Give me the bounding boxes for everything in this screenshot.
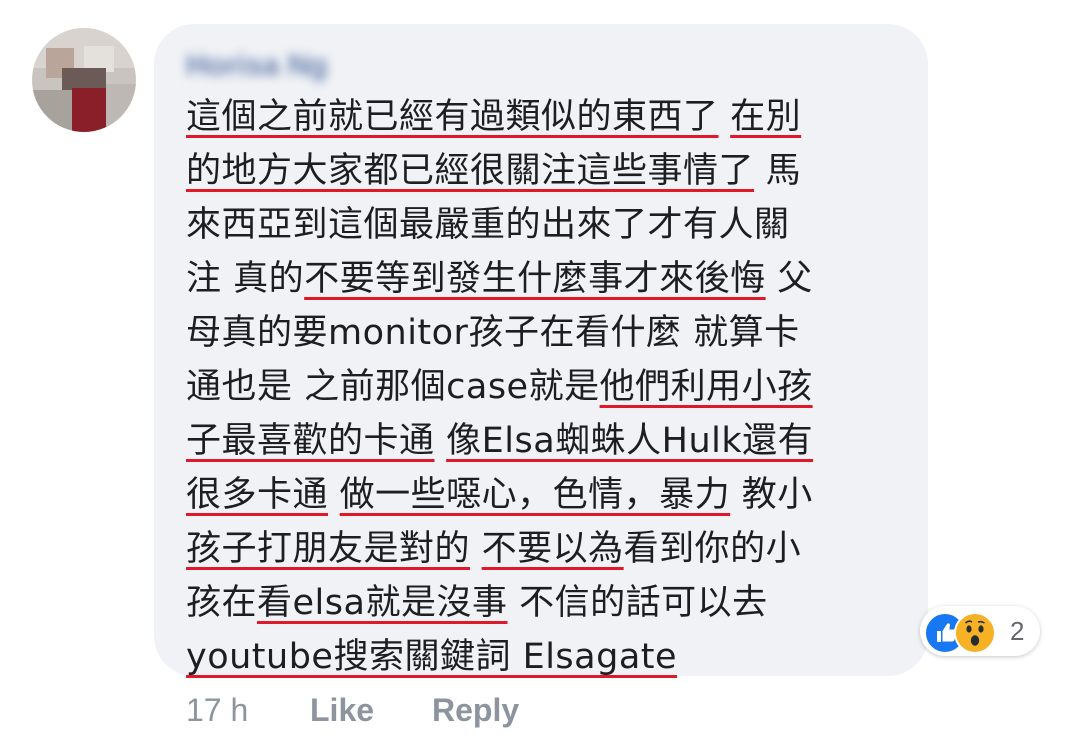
comment-text-segment: 父 [765,259,813,299]
comment-text-segment: 看到你的小 [623,529,802,569]
avatar[interactable] [32,28,136,132]
comment-text-segment [435,421,447,461]
underlined-text: 在別 [730,97,802,137]
comment-line: 的地方大家都已經很關注這些事情了 馬 [186,144,886,198]
comment-line: 孩在看elsa就是沒事 不信的話可以去 [186,576,886,630]
underlined-text: youtube搜索關鍵詞 Elsagate [186,637,678,677]
comment-timestamp[interactable]: 17 h [186,690,248,730]
comment-text-segment [719,97,731,137]
comment-line: 孩子打朋友是對的 不要以為看到你的小 [186,522,886,576]
comment-text-segment: 不信的話可以去 [507,583,768,623]
comment-text-segment: 注 真的 [186,259,305,299]
like-button[interactable]: Like [310,690,374,730]
underlined-text: 很多卡通 [186,475,329,515]
avatar-pixel [106,84,136,132]
underlined-text: 他們利用小孩 [599,367,813,407]
comment-line: 子最喜歡的卡通 像Elsa蜘蛛人Hulk還有 [186,414,886,468]
comment-text-segment: 通也是 之前那個case就是 [186,367,600,407]
author-name[interactable]: Horisa Ng [186,46,352,86]
underlined-text: 的地方大家都已經很關注這些事情了 [186,151,755,191]
underlined-text: 像Elsa蜘蛛人Hulk還有 [446,421,814,461]
avatar-pixel [72,88,106,132]
comment-line: 母真的要monitor孩子在看什麼 就算卡 [186,306,886,360]
underlined-text: 看elsa就是沒事 [257,583,508,623]
comment-text-segment [470,529,482,569]
underlined-text: 孩子打朋友是對的 [186,529,471,569]
comment-line: youtube搜索關鍵詞 Elsagate [186,630,886,684]
comment-line: 通也是 之前那個case就是他們利用小孩 [186,360,886,414]
comment-text-segment: 教小 [730,475,813,515]
comment-text-segment: 孩在 [186,583,258,623]
comment-line: 注 真的不要等到發生什麼事才來後悔 父 [186,252,886,306]
comment-text: 這個之前就已經有過類似的東西了 在別 的地方大家都已經很關注這些事情了 馬來西亞到… [186,90,886,684]
comment-line: 很多卡通 做一些噁心，色情，暴力 教小 [186,468,886,522]
underlined-text: 子最喜歡的卡通 [186,421,435,461]
comment-text-segment: 母真的要monitor孩子在看什麼 就算卡 [186,313,800,353]
reactions-summary[interactable]: 2 [920,606,1040,656]
underlined-text: 這個之前就已經有過類似的東西了 [186,97,719,137]
comment-text-segment [328,475,340,515]
underlined-text: 不要以為 [481,529,624,569]
reply-button[interactable]: Reply [432,690,519,730]
comment-line: 來西亞到這個最嚴重的出來了才有人關 [186,198,886,252]
underlined-text: 做一些噁心，色情，暴力 [339,475,731,515]
reaction-count: 2 [1010,616,1025,646]
comment-text-segment: 來西亞到這個最嚴重的出來了才有人關 [186,205,790,245]
underlined-text: 不要等到發生什麼事才來後悔 [304,259,766,299]
wow-icon [954,612,996,654]
avatar-pixel [32,90,72,132]
comment-text-segment: 馬 [754,151,802,191]
comment-line: 這個之前就已經有過類似的東西了 在別 [186,90,886,144]
